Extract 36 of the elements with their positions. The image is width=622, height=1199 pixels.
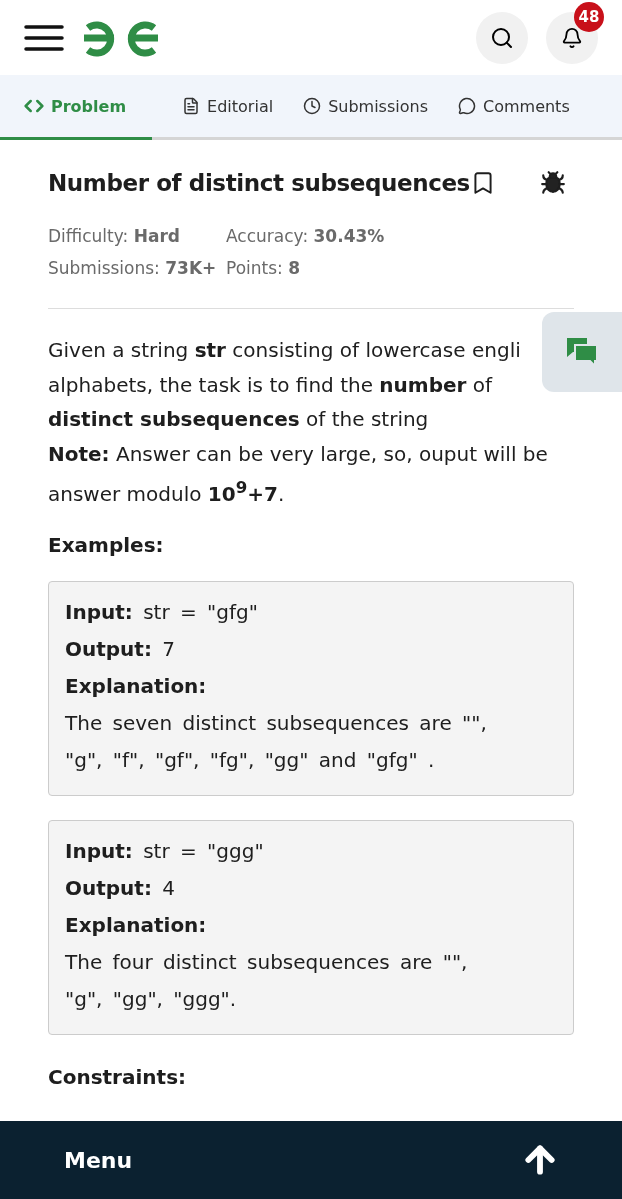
problem-stat: Difficulty: Hard — [48, 226, 181, 246]
bell-icon — [561, 26, 583, 49]
document-icon — [182, 97, 201, 115]
tab[interactable]: Problem — [0, 75, 153, 140]
description-text: Given a string str consisting of lowercase engli — [48, 337, 522, 364]
chat-button[interactable] — [542, 312, 622, 392]
description-text: distinct subsequences of the string — [48, 406, 430, 433]
note-text: answer modulo 10$^{9}$+7. — [48, 477, 286, 508]
tab[interactable]: Comments — [428, 75, 570, 140]
bug-icon[interactable] — [539, 170, 566, 196]
explanation-label: Explanation: — [65, 912, 208, 940]
examples-heading: Examples: — [48, 533, 165, 558]
tab[interactable]: Editorial — [152, 75, 274, 140]
explanation-text: "g", "f", "gf", "fg", "gg" and "gfg" . — [65, 747, 436, 775]
speech-bubble-icon — [458, 97, 476, 115]
example-input-text: Input: str = "ggg" — [65, 838, 265, 866]
example-output-text: Output: 7 — [65, 636, 176, 664]
search-icon — [490, 25, 514, 50]
clock-icon — [303, 97, 322, 115]
explanation-text: The four distinct subsequences are "", — [65, 949, 469, 977]
note-text: Note: Answer can be very large, so, ouput will be — [48, 440, 549, 468]
problem-stat: Submissions: 73K+ — [48, 258, 218, 278]
description-text: alphabets, the task is to find the number of — [48, 371, 494, 399]
menu-icon[interactable] — [24, 23, 64, 52]
explanation-text: "g", "gg", "ggg". — [65, 986, 238, 1014]
example-input-text: Input: str = "gfg" — [65, 599, 259, 627]
explanation-text: The seven distinct subsequences are "", — [65, 710, 488, 738]
notification-badge: 48 — [574, 1, 604, 32]
menu-button[interactable]: Menu — [64, 1147, 133, 1173]
problem-stat: Points: 8 — [226, 258, 302, 278]
problem-title: Number of distinct subsequences — [48, 170, 470, 196]
problem-stat: Accuracy: 30.43% — [226, 226, 386, 246]
tab[interactable]: Submissions — [273, 75, 428, 140]
explanation-label: Explanation: — [65, 673, 208, 701]
example-output-text: Output: 4 — [65, 875, 176, 903]
constraints-heading: Constraints: — [48, 1065, 188, 1090]
